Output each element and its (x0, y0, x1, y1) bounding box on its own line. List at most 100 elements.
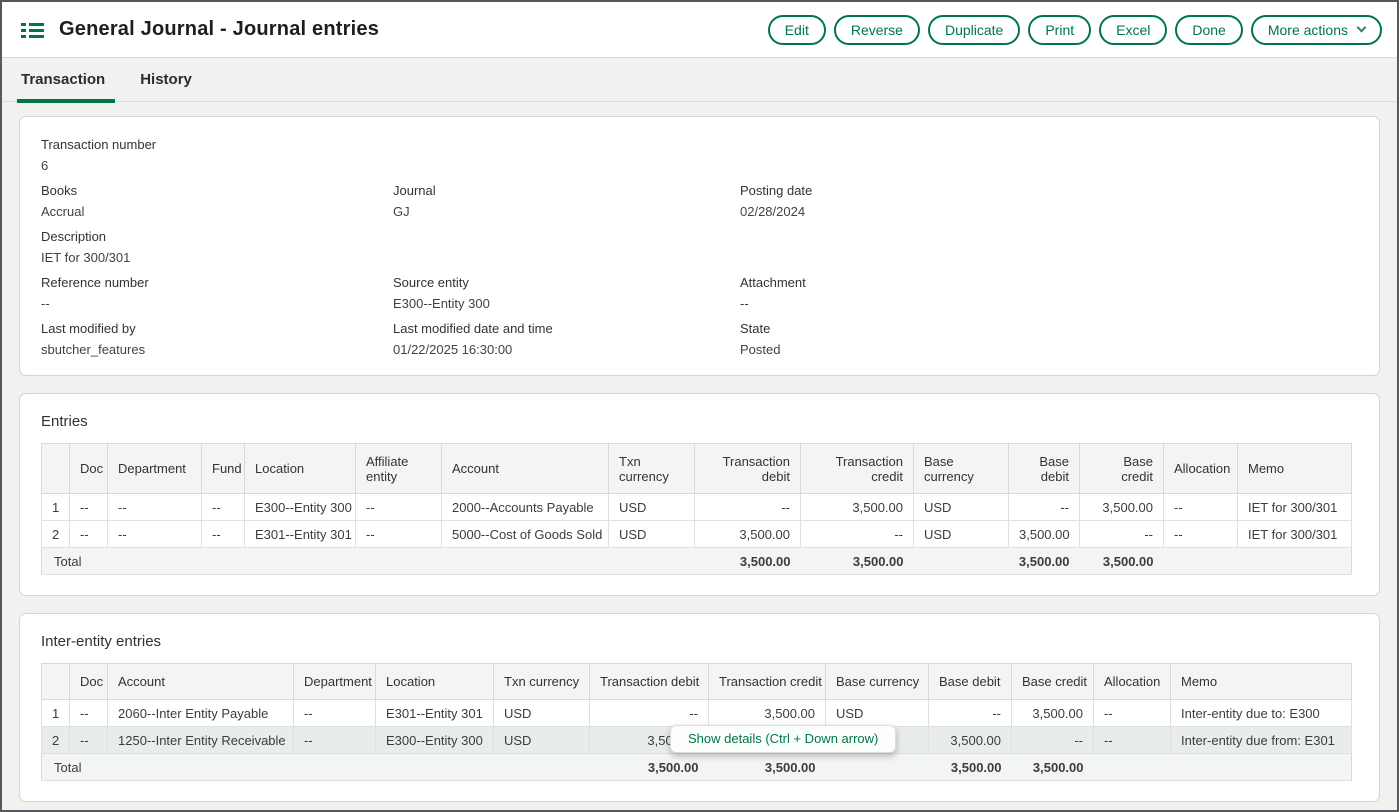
cell-allocation: -- (1164, 494, 1238, 521)
field-label: Description (41, 228, 393, 246)
cell-department: -- (294, 727, 376, 754)
cell (108, 548, 202, 575)
cell-department: -- (108, 521, 202, 548)
field-posting-date: Posting date 02/28/2024 (740, 182, 1358, 228)
table-row[interactable]: 2 -- -- -- E301--Entity 301 -- 5000--Cos… (42, 521, 1352, 548)
cell-transaction-credit: 3,500.00 (801, 494, 914, 521)
cell-allocation: -- (1094, 727, 1171, 754)
field-value: 02/28/2024 (740, 203, 1358, 221)
field-value: GJ (393, 203, 740, 221)
field-value: 6 (41, 157, 393, 175)
cell-doc: -- (70, 521, 108, 548)
inter-entity-entries-table: Doc Account Department Location Txn curr… (41, 663, 1352, 781)
cell-base-debit: 3,500.00 (929, 727, 1012, 754)
field-label: Transaction number (41, 136, 393, 154)
cell-transaction-debit: -- (590, 700, 709, 727)
cell-location: E300--Entity 300 (376, 727, 494, 754)
cell (1171, 754, 1352, 781)
column-header: Base debit (1009, 444, 1080, 494)
more-actions-button[interactable]: More actions (1251, 15, 1382, 45)
column-header: Transaction credit (709, 664, 826, 700)
app-window: General Journal - Journal entries Edit R… (0, 0, 1399, 812)
column-header: Doc (70, 664, 108, 700)
cell-transaction-debit: 3,500.00 (695, 521, 801, 548)
field-label: Attachment (740, 274, 1358, 292)
print-button[interactable]: Print (1028, 15, 1091, 45)
cell-base-credit: 3,500.00 (1080, 494, 1164, 521)
chevron-down-icon (1357, 23, 1367, 33)
entries-table: Doc Department Fund Location Affiliate e… (41, 443, 1352, 575)
main-content: Transaction number 6 Books Accrual Journ… (2, 102, 1397, 802)
field-label: Reference number (41, 274, 393, 292)
entries-title: Entries (41, 413, 1358, 430)
table-row[interactable]: 1 -- -- -- E300--Entity 300 -- 2000--Acc… (42, 494, 1352, 521)
cell-base-debit: -- (1009, 494, 1080, 521)
cell-location: E301--Entity 301 (376, 700, 494, 727)
excel-button[interactable]: Excel (1099, 15, 1167, 45)
cell-row-number: 1 (42, 700, 70, 727)
column-header: Affiliate entity (356, 444, 442, 494)
field-label: Last modified by (41, 320, 393, 338)
cell-location: E301--Entity 301 (245, 521, 356, 548)
cell-row-number: 2 (42, 521, 70, 548)
cell-transaction-credit: 3,500.00 (709, 700, 826, 727)
field-reference-number: Reference number -- (41, 274, 393, 320)
column-header: Department (108, 444, 202, 494)
table-row[interactable]: 1 -- 2060--Inter Entity Payable -- E301-… (42, 700, 1352, 727)
field-transaction-number: Transaction number 6 (41, 136, 393, 182)
total-base-credit: 3,500.00 (1080, 548, 1164, 575)
cell (108, 754, 294, 781)
cell (294, 754, 376, 781)
total-base-debit: 3,500.00 (1009, 548, 1080, 575)
cell (1164, 548, 1238, 575)
duplicate-button[interactable]: Duplicate (928, 15, 1020, 45)
tab-transaction[interactable]: Transaction (19, 71, 107, 101)
cell-base-credit: -- (1080, 521, 1164, 548)
cell-affiliate-entity: -- (356, 494, 442, 521)
total-transaction-debit: 3,500.00 (590, 754, 709, 781)
total-label: Total (42, 548, 108, 575)
done-button[interactable]: Done (1175, 15, 1242, 45)
field-label: State (740, 320, 1358, 338)
edit-button[interactable]: Edit (768, 15, 826, 45)
reverse-button[interactable]: Reverse (834, 15, 920, 45)
cell-account: 2000--Accounts Payable (442, 494, 609, 521)
cell-base-debit: 3,500.00 (1009, 521, 1080, 548)
cell-doc: -- (70, 494, 108, 521)
cell-account: 5000--Cost of Goods Sold (442, 521, 609, 548)
field-last-modified-by: Last modified by sbutcher_features (41, 320, 393, 366)
field-value: Posted (740, 341, 1358, 359)
cell-department: -- (294, 700, 376, 727)
more-actions-label: More actions (1268, 22, 1348, 38)
cell-fund: -- (202, 494, 245, 521)
tab-bar: Transaction History (2, 58, 1397, 102)
column-header (42, 664, 70, 700)
field-description: Description IET for 300/301 (41, 228, 393, 274)
column-header: Account (108, 664, 294, 700)
list-icon[interactable] (21, 23, 44, 38)
column-header: Txn currency (609, 444, 695, 494)
cell (914, 548, 1009, 575)
header: General Journal - Journal entries Edit R… (2, 2, 1397, 58)
action-buttons: Edit Reverse Duplicate Print Excel Done … (768, 15, 1382, 45)
cell (494, 754, 590, 781)
cell-base-credit: 3,500.00 (1012, 700, 1094, 727)
column-header: Memo (1238, 444, 1352, 494)
column-header: Allocation (1164, 444, 1238, 494)
field-source-entity: Source entity E300--Entity 300 (393, 274, 740, 320)
cell (1094, 754, 1171, 781)
total-row: Total 3,500.00 3,500.00 3,500.00 3,500.0… (42, 548, 1352, 575)
field-label: Last modified date and time (393, 320, 740, 338)
column-header: Base currency (914, 444, 1009, 494)
cell-txn-currency: USD (609, 494, 695, 521)
cell-location: E300--Entity 300 (245, 494, 356, 521)
cell-base-credit: -- (1012, 727, 1094, 754)
column-header: Location (245, 444, 356, 494)
column-header: Base currency (826, 664, 929, 700)
column-header: Transaction debit (590, 664, 709, 700)
column-header: Location (376, 664, 494, 700)
column-header: Allocation (1094, 664, 1171, 700)
cell-department: -- (108, 494, 202, 521)
tab-history[interactable]: History (138, 71, 194, 101)
cell-fund: -- (202, 521, 245, 548)
